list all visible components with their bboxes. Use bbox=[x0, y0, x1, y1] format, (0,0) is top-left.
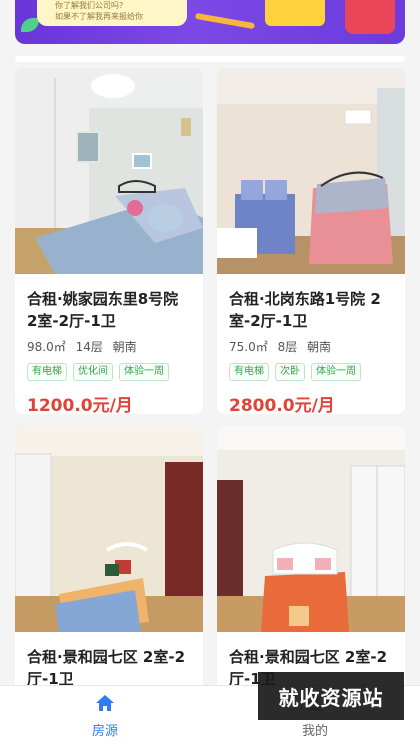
listing-price: 2800.0元/月 bbox=[229, 396, 335, 414]
listing-title: 合租·姚家园东里8号院 2室-2厅-1卫 bbox=[27, 290, 179, 330]
listing-photo bbox=[217, 68, 405, 274]
listing-tags: 有电梯 次卧 体验一周 bbox=[229, 363, 393, 381]
listing-floor: 8层 bbox=[277, 340, 298, 354]
leaf-decoration bbox=[21, 18, 39, 32]
listing-price: 1200.0元/月 bbox=[27, 396, 133, 414]
bedroom-photo-1 bbox=[15, 68, 203, 274]
tag: 有电梯 bbox=[229, 363, 269, 381]
listing-meta: 98.0㎡ 14层 朝南 bbox=[27, 338, 191, 355]
listing-area: 75.0㎡ bbox=[229, 340, 268, 354]
listing-area: 98.0㎡ bbox=[27, 340, 66, 354]
listing-title: 合租·北岗东路1号院 2室-2厅-1卫 bbox=[229, 290, 381, 330]
listing-orientation: 朝南 bbox=[307, 340, 332, 354]
promo-banner[interactable]: 你了解我们公司吗? 如果不了解我再来报给你 bbox=[15, 0, 405, 44]
home-icon bbox=[96, 695, 114, 711]
listing-card[interactable]: 合租·北岗东路1号院 2室-2厅-1卫 75.0㎡ 8层 朝南 有电梯 次卧 体… bbox=[217, 68, 405, 414]
tag: 体验一周 bbox=[311, 363, 361, 381]
pencil-decoration bbox=[194, 12, 256, 30]
tag: 体验一周 bbox=[119, 363, 169, 381]
listing-photo bbox=[217, 426, 405, 632]
listing-photo bbox=[15, 68, 203, 274]
listing-tags: 有电梯 优化间 体验一周 bbox=[27, 363, 191, 381]
listing-orientation: 朝南 bbox=[112, 340, 137, 354]
listing-card[interactable]: 合租·姚家园东里8号院 2室-2厅-1卫 98.0㎡ 14层 朝南 有电梯 优化… bbox=[15, 68, 203, 414]
watermark: 就收资源站 bbox=[258, 672, 404, 720]
listing-card[interactable]: 合租·景和园七区 2室-2厅-1卫 bbox=[15, 426, 203, 726]
banner-line-1: 你了解我们公司吗? bbox=[55, 1, 124, 10]
nav-label-listings: 房源 bbox=[91, 724, 118, 739]
bedroom-photo-2 bbox=[217, 68, 405, 274]
listing-title: 合租·景和园七区 2室-2厅-1卫 bbox=[27, 648, 186, 688]
banner-line-2: 如果不了解我再来报给你 bbox=[55, 12, 143, 21]
bedroom-photo-4 bbox=[217, 426, 405, 632]
bedroom-photo-3 bbox=[15, 426, 203, 632]
banner-decoration-red bbox=[345, 0, 395, 34]
tag: 优化间 bbox=[73, 363, 113, 381]
listing-photo bbox=[15, 426, 203, 632]
nav-item-listings[interactable]: 房源 bbox=[75, 694, 135, 739]
listing-floor: 14层 bbox=[75, 340, 103, 354]
banner-bubble: 你了解我们公司吗? 如果不了解我再来报给你 bbox=[37, 0, 187, 26]
tag: 有电梯 bbox=[27, 363, 67, 381]
separator bbox=[15, 56, 405, 62]
nav-label-me: 我的 bbox=[301, 724, 328, 739]
tag: 次卧 bbox=[275, 363, 305, 381]
listing-meta: 75.0㎡ 8层 朝南 bbox=[229, 338, 393, 355]
banner-decoration-yellow bbox=[265, 0, 325, 26]
